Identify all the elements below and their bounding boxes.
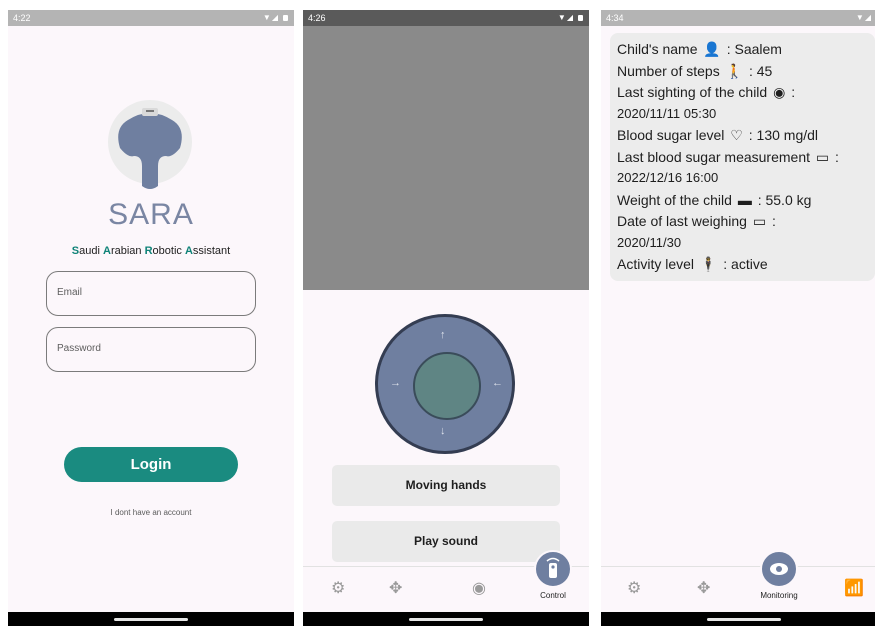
walking-icon: 🚶 (725, 63, 744, 79)
calendar-icon: ▭ (752, 213, 767, 229)
heart-icon: ♡ (730, 127, 743, 143)
email-placeholder: Email (57, 287, 83, 298)
value: : 130 mg/dl (748, 127, 819, 143)
brand-name: SARA (108, 198, 194, 231)
bottom-navigation: ⚙ ✥ Monitoring 📶 (601, 550, 875, 613)
system-nav-bar (8, 612, 294, 626)
status-bar: 4:22 ▼◢ (8, 10, 294, 26)
status-bar: 4:34 ▼◢ (601, 10, 875, 26)
eye-icon-graphic (770, 563, 788, 575)
status-time: 4:34 (606, 13, 624, 23)
bottom-navigation: ⚙ ✥ ◉ Control (303, 550, 589, 613)
arrow-left-icon[interactable]: ← (492, 377, 503, 389)
arrow-right-icon[interactable]: → (390, 377, 401, 389)
info-weight: Weight of the child ▬ : 55.0 kg (617, 192, 811, 208)
scale-icon: ▬ (737, 192, 752, 208)
system-nav-bar (601, 612, 875, 626)
calendar-icon: ▭ (815, 149, 830, 165)
info-sugar-measurement-value: 2022/12/16 16:00 (617, 170, 719, 185)
arrow-up-icon[interactable]: ↑ (440, 329, 446, 341)
gear-icon[interactable]: ⚙ (331, 581, 345, 597)
info-steps: Number of steps 🚶 : 45 (617, 63, 772, 80)
value: : Saalem (726, 41, 782, 57)
control-screen: 4:26 ▼◢ ↑ ↓ → ← Moving hands Play sound … (303, 10, 589, 626)
sara-robot-logo (108, 100, 192, 189)
status-icons: ▼◢ (263, 10, 288, 26)
info-weigh-date-value: 2020/11/30 (617, 235, 682, 250)
joystick-center[interactable] (413, 352, 481, 420)
label: Date of last weighing (617, 213, 747, 229)
login-screen: 4:22 ▼◢ SARA Saudi Arabian Robotic Assis… (8, 10, 294, 626)
eye-icon[interactable]: ◉ (472, 581, 486, 597)
info-sugar-measurement: Last blood sugar measurement ▭ : (617, 149, 839, 166)
tagline: Saudi Arabian Robotic Assistant (8, 245, 294, 257)
eye-icon: ◉ (773, 84, 786, 100)
label: Blood sugar level (617, 127, 725, 143)
person-icon: 👤 (703, 41, 721, 57)
child-info-card: Child's name 👤 : Saalem Number of steps … (610, 33, 875, 281)
value: : 45 (748, 63, 773, 79)
info-weigh-date: Date of last weighing ▭ : (617, 213, 776, 230)
home-indicator[interactable] (707, 618, 781, 621)
tagline-letter: A (102, 245, 111, 257)
tagline-word: audi (79, 245, 103, 257)
label: Last sighting of the child (617, 84, 768, 100)
info-sugar: Blood sugar level ♡ : 130 mg/dl (617, 127, 818, 144)
info-sighting-value: 2020/11/11 05:30 (617, 106, 717, 121)
status-icons: ▼◢ (855, 13, 872, 22)
login-button[interactable]: Login (64, 447, 238, 482)
play-sound-button[interactable]: Play sound (332, 521, 560, 562)
value: : (791, 84, 796, 100)
status-time: 4:22 (13, 13, 31, 23)
nav-active-label: Monitoring (760, 591, 798, 600)
label: Number of steps (617, 63, 720, 79)
password-field[interactable]: Password (46, 327, 256, 372)
gear-icon[interactable]: ⚙ (627, 581, 641, 597)
label: Child's name (617, 41, 698, 57)
remote-icon-graphic (546, 557, 560, 578)
arrow-down-icon[interactable]: ↓ (440, 425, 446, 437)
value: : active (723, 256, 768, 272)
value: : (835, 149, 839, 165)
info-name: Child's name 👤 : Saalem (617, 41, 782, 58)
tagline-letter: R (144, 245, 153, 257)
camera-view (303, 26, 589, 290)
email-field[interactable]: Email (46, 271, 256, 316)
tagline-word: rabian (110, 245, 145, 257)
tagline-letter: A (184, 245, 193, 257)
moving-hands-button[interactable]: Moving hands (332, 465, 560, 506)
label: Weight of the child (617, 192, 732, 208)
label: Last blood sugar measurement (617, 149, 810, 165)
gamepad-icon[interactable]: ✥ (389, 581, 402, 597)
system-nav-bar (303, 612, 589, 626)
home-indicator[interactable] (409, 618, 483, 621)
direction-joystick[interactable]: ↑ ↓ → ← (375, 314, 515, 454)
status-time: 4:26 (308, 13, 326, 23)
figure-icon: 🕴 (699, 256, 718, 272)
label: Activity level (617, 256, 695, 272)
tagline-word: ssistant (192, 245, 231, 257)
tagline-word: obotic (152, 245, 185, 257)
home-indicator[interactable] (114, 618, 188, 621)
status-icons: ▼◢ (558, 10, 583, 26)
nav-active-label: Control (540, 591, 566, 600)
no-account-link[interactable]: I dont have an account (8, 508, 294, 517)
value: : (771, 213, 776, 229)
info-sighting: Last sighting of the child ◉ : (617, 84, 795, 101)
gamepad-icon[interactable]: ✥ (697, 581, 710, 597)
info-activity: Activity level 🕴 : active (617, 256, 768, 273)
password-placeholder: Password (57, 343, 101, 354)
remote-icon[interactable] (534, 550, 572, 588)
value: : 55.0 kg (757, 192, 812, 208)
status-bar: 4:26 ▼◢ (303, 10, 589, 26)
monitoring-screen: 4:34 ▼◢ Child's name 👤 : Saalem Number o… (601, 10, 875, 626)
eye-icon[interactable] (760, 550, 798, 588)
remote-icon[interactable]: 📶 (844, 581, 864, 597)
